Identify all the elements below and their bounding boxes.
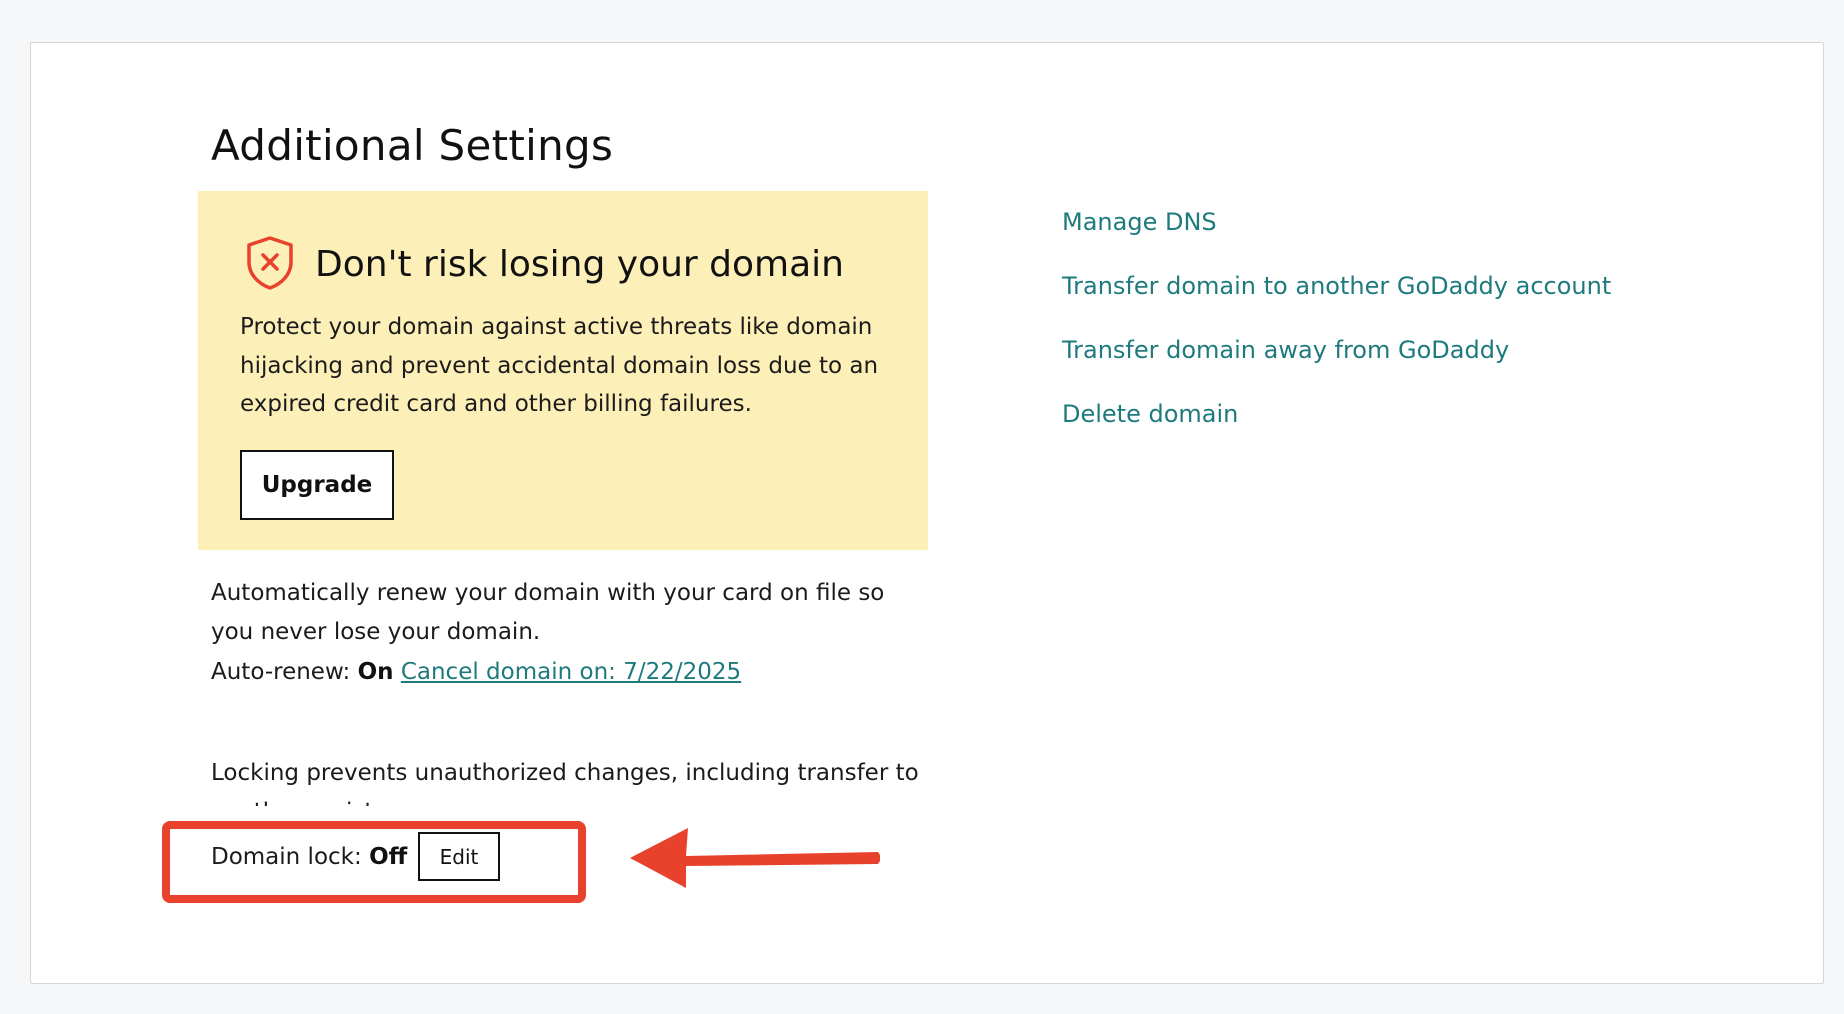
- auto-renew-status: On: [357, 659, 394, 685]
- page-title: Additional Settings: [211, 121, 614, 170]
- auto-renew-description: Automatically renew your domain with you…: [211, 580, 885, 645]
- promo-description: Protect your domain against active threa…: [240, 314, 879, 417]
- transfer-away-link[interactable]: Transfer domain away from GoDaddy: [1062, 334, 1509, 366]
- domain-lock-description: Locking prevents unauthorized changes, i…: [211, 760, 919, 806]
- transfer-to-account-link[interactable]: Transfer domain to another GoDaddy accou…: [1062, 270, 1611, 302]
- domain-lock-row: Domain lock: Off: [211, 838, 407, 876]
- promo-title: Don't risk losing your domain: [315, 244, 844, 285]
- domain-lock-status: Off: [369, 844, 408, 870]
- domain-lock-edit-button[interactable]: Edit: [418, 832, 500, 881]
- domain-lock-label: Domain lock:: [211, 844, 362, 870]
- shield-x-icon: [247, 236, 293, 290]
- auto-renew-label: Auto-renew:: [211, 659, 351, 685]
- cancel-domain-link[interactable]: Cancel domain on: 7/22/2025: [401, 659, 741, 685]
- upgrade-button[interactable]: Upgrade: [240, 450, 394, 520]
- manage-dns-link[interactable]: Manage DNS: [1062, 206, 1217, 238]
- delete-domain-link[interactable]: Delete domain: [1062, 398, 1238, 430]
- auto-renew-row: Auto-renew: On Cancel domain on: 7/22/20…: [211, 653, 741, 691]
- promo-banner: Don't risk losing your domain Protect yo…: [198, 191, 928, 550]
